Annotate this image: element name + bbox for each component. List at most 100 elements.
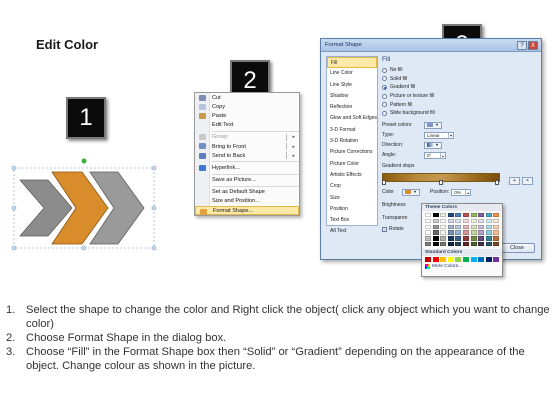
- standard-color-swatch[interactable]: [447, 256, 454, 262]
- theme-color-swatch[interactable]: [440, 241, 447, 247]
- theme-color-swatch[interactable]: [478, 241, 485, 247]
- theme-color-swatch[interactable]: [440, 230, 447, 235]
- theme-color-swatch[interactable]: [440, 224, 447, 229]
- theme-color-swatch[interactable]: [425, 224, 431, 229]
- rotate-checkbox[interactable]: ✓: [382, 226, 387, 232]
- theme-color-swatch[interactable]: [478, 224, 485, 229]
- theme-color-swatch[interactable]: [447, 213, 454, 218]
- menu-item-edit-text[interactable]: Edit Text: [195, 121, 299, 130]
- theme-color-swatch[interactable]: [485, 230, 492, 235]
- theme-color-swatch[interactable]: [455, 236, 462, 241]
- theme-color-swatch[interactable]: [485, 213, 492, 218]
- radio-no-fill[interactable]: No fill: [382, 66, 538, 75]
- standard-color-swatch[interactable]: [485, 256, 492, 262]
- category-position[interactable]: Position: [327, 204, 377, 215]
- theme-color-swatch[interactable]: [462, 230, 469, 235]
- preset-colors-button[interactable]: ▼: [424, 121, 442, 129]
- theme-color-swatch[interactable]: [493, 236, 500, 241]
- theme-color-swatch[interactable]: [455, 213, 462, 218]
- standard-color-swatch[interactable]: [455, 256, 462, 262]
- theme-color-swatch[interactable]: [425, 230, 431, 235]
- theme-color-swatch[interactable]: [455, 224, 462, 229]
- theme-color-swatch[interactable]: [440, 218, 447, 224]
- category-line-color[interactable]: Line Color: [327, 68, 377, 79]
- close-button[interactable]: Close: [499, 243, 535, 253]
- theme-color-swatch[interactable]: [470, 236, 477, 241]
- theme-color-swatch[interactable]: [432, 224, 439, 229]
- menu-item-hyperlink[interactable]: Hyperlink...: [195, 163, 299, 172]
- angle-input[interactable]: 0° ▴: [424, 151, 446, 159]
- theme-color-swatch[interactable]: [440, 213, 447, 218]
- theme-color-swatch[interactable]: [447, 230, 454, 235]
- gradient-stops-bar[interactable]: [382, 172, 500, 185]
- theme-color-swatch[interactable]: [462, 218, 469, 224]
- theme-color-swatch[interactable]: [462, 213, 469, 218]
- theme-color-swatch[interactable]: [493, 230, 500, 235]
- theme-color-swatch[interactable]: [455, 218, 462, 224]
- theme-color-swatch[interactable]: [432, 241, 439, 247]
- standard-color-swatch[interactable]: [470, 256, 477, 262]
- category-glow[interactable]: Glow and Soft Edges: [327, 113, 377, 124]
- category-3d-rotation[interactable]: 3-D Rotation: [327, 136, 377, 147]
- radio-slide-background-fill[interactable]: Slide background fill: [382, 109, 538, 118]
- more-colors-option[interactable]: More Colors...: [422, 263, 502, 271]
- theme-color-swatch[interactable]: [432, 218, 439, 224]
- theme-color-swatch[interactable]: [425, 236, 431, 241]
- category-crop[interactable]: Crop: [327, 181, 377, 192]
- color-button[interactable]: ▼: [402, 188, 420, 196]
- menu-item-send-to-back[interactable]: Send to Back ▸: [195, 151, 299, 160]
- theme-color-swatch[interactable]: [462, 236, 469, 241]
- menu-item-save-as-picture[interactable]: Save as Picture...: [195, 176, 299, 185]
- theme-color-swatch[interactable]: [493, 241, 500, 247]
- help-button[interactable]: ?: [517, 41, 527, 50]
- close-icon[interactable]: X: [528, 41, 538, 50]
- menu-item-format-shape[interactable]: Format Shape...: [195, 206, 299, 216]
- standard-color-swatch[interactable]: [432, 256, 439, 262]
- theme-color-swatch[interactable]: [455, 241, 462, 247]
- category-shadow[interactable]: Shadow: [327, 91, 377, 102]
- theme-color-swatch[interactable]: [455, 230, 462, 235]
- theme-color-swatch[interactable]: [478, 218, 485, 224]
- selected-chevron-shape[interactable]: [10, 158, 160, 256]
- menu-item-paste[interactable]: Paste: [195, 111, 299, 120]
- theme-color-swatch[interactable]: [432, 230, 439, 235]
- theme-color-swatch[interactable]: [485, 224, 492, 229]
- theme-color-swatch[interactable]: [478, 213, 485, 218]
- theme-color-swatch[interactable]: [493, 218, 500, 224]
- standard-color-swatch[interactable]: [462, 256, 469, 262]
- theme-color-swatch[interactable]: [470, 224, 477, 229]
- type-select[interactable]: Linear ▼: [424, 131, 454, 139]
- menu-item-set-default-shape[interactable]: Set as Default Shape: [195, 188, 299, 197]
- theme-color-swatch[interactable]: [485, 241, 492, 247]
- radio-picture-fill[interactable]: Picture or texture fill: [382, 92, 538, 101]
- radio-pattern-fill[interactable]: Pattern fill: [382, 100, 538, 109]
- standard-color-swatch[interactable]: [493, 256, 500, 262]
- theme-color-swatch[interactable]: [447, 218, 454, 224]
- category-picture-corrections[interactable]: Picture Corrections: [327, 147, 377, 158]
- gradient-stop-handle[interactable]: [382, 179, 386, 185]
- category-picture-color[interactable]: Picture Color: [327, 159, 377, 170]
- theme-color-swatch[interactable]: [425, 218, 431, 224]
- theme-color-swatch[interactable]: [425, 213, 431, 218]
- category-reflection[interactable]: Reflection: [327, 102, 377, 113]
- position-input[interactable]: 0% ▴: [451, 188, 472, 196]
- menu-item-cut[interactable]: Cut: [195, 93, 299, 102]
- theme-color-swatch[interactable]: [440, 236, 447, 241]
- category-size[interactable]: Size: [327, 193, 377, 204]
- theme-color-swatch[interactable]: [470, 218, 477, 224]
- theme-color-swatch[interactable]: [447, 224, 454, 229]
- theme-color-swatch[interactable]: [470, 213, 477, 218]
- theme-color-swatch[interactable]: [478, 236, 485, 241]
- standard-color-swatch[interactable]: [440, 256, 447, 262]
- standard-color-swatch[interactable]: [478, 256, 485, 262]
- theme-color-swatch[interactable]: [462, 241, 469, 247]
- theme-color-swatch[interactable]: [470, 241, 477, 247]
- theme-color-swatch[interactable]: [432, 236, 439, 241]
- remove-stop-button[interactable]: ×: [522, 177, 533, 185]
- menu-item-group[interactable]: Group ▸: [195, 133, 299, 142]
- theme-color-swatch[interactable]: [447, 241, 454, 247]
- theme-color-swatch[interactable]: [462, 224, 469, 229]
- category-3d-format[interactable]: 3-D Format: [327, 125, 377, 136]
- radio-gradient-fill[interactable]: Gradient fill: [382, 83, 538, 92]
- theme-color-swatch[interactable]: [425, 241, 431, 247]
